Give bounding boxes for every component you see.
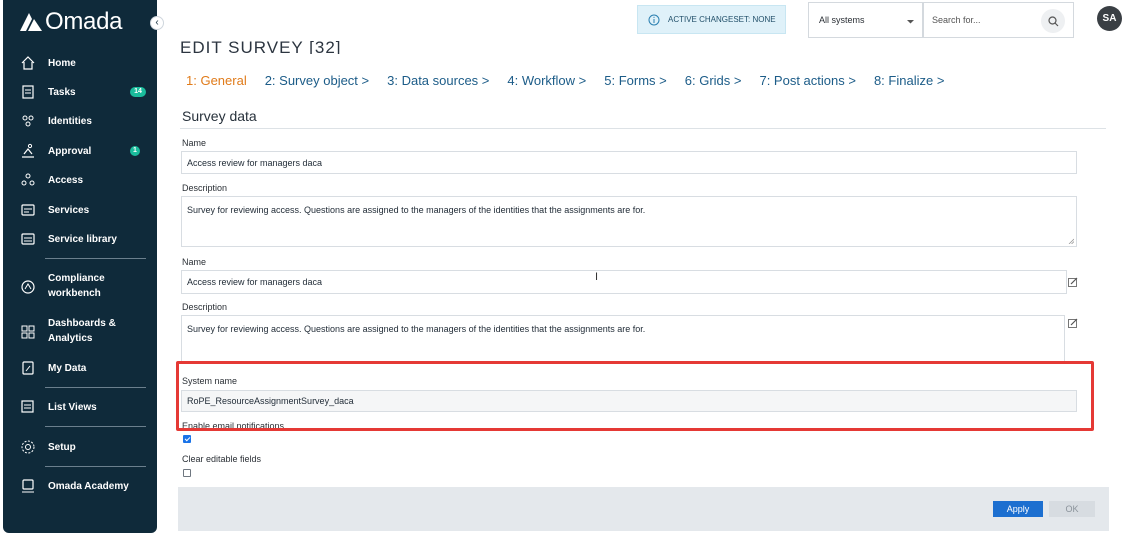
active-changeset-button[interactable]: ACTIVE CHANGESET: NONE <box>637 5 786 34</box>
sidebar-item-label: Home <box>48 57 76 69</box>
omada-logo[interactable]: Omada <box>18 8 123 36</box>
sidebar-item-label: Dashboards & <box>48 318 116 329</box>
edit-icon[interactable] <box>1068 318 1078 328</box>
step-finalize[interactable]: 8: Finalize > <box>874 73 944 88</box>
list-views-icon <box>21 400 34 413</box>
compliance-icon <box>21 280 35 294</box>
sidebar-item-tasks[interactable]: Tasks 14 <box>3 84 157 100</box>
my-data-icon <box>22 361 34 375</box>
sidebar-item-label: Analytics <box>48 333 93 344</box>
sidebar-item-access[interactable]: Access <box>3 172 157 188</box>
home-icon <box>21 56 35 70</box>
active-changeset-label: ACTIVE CHANGESET: NONE <box>668 15 776 24</box>
name-label: Name <box>182 257 207 267</box>
name-field-value: Access review for managers daca <box>187 157 323 168</box>
sidebar-item-approval[interactable]: Approval 1 <box>3 143 157 159</box>
step-grids[interactable]: 6: Grids > <box>685 73 742 88</box>
section-title: Survey data <box>182 108 257 124</box>
name-field-editable[interactable]: Access review for managers daca <box>181 270 1067 294</box>
highlight-annotation <box>176 361 1094 431</box>
gear-icon <box>21 440 35 454</box>
page-title: EDIT SURVEY [32] <box>180 38 342 54</box>
step-forms[interactable]: 5: Forms > <box>604 73 667 88</box>
sidebar-item-compliance-workbench[interactable]: Compliance workbench <box>3 271 157 301</box>
caret-down-icon <box>907 20 914 24</box>
user-avatar[interactable]: SA <box>1097 6 1122 31</box>
sidebar-item-label: Access <box>48 174 84 186</box>
sidebar-item-label: List Views <box>48 401 97 413</box>
clear-editable-label: Clear editable fields <box>182 454 262 464</box>
chevron-left-icon: ‹ <box>155 17 159 28</box>
sidebar-item-label: Service library <box>48 233 117 245</box>
tasks-icon <box>22 85 34 99</box>
omada-logo-icon <box>20 13 42 31</box>
tasks-count-badge: 14 <box>130 87 146 97</box>
service-library-icon <box>21 233 35 245</box>
app-name: Omada <box>45 8 123 35</box>
text-cursor-icon: I <box>595 271 599 283</box>
academy-icon <box>22 479 34 493</box>
sidebar-divider <box>45 466 146 467</box>
sidebar-item-service-library[interactable]: Service library <box>3 231 157 247</box>
system-select[interactable]: All systems <box>808 2 923 38</box>
sidebar-item-label: Omada Academy <box>48 480 129 492</box>
info-icon <box>648 14 660 25</box>
name-label: Name <box>182 138 207 148</box>
step-workflow[interactable]: 4: Workflow > <box>507 73 586 88</box>
services-icon <box>21 204 35 216</box>
search-icon <box>1047 15 1058 26</box>
sidebar-item-setup[interactable]: Setup <box>3 439 157 455</box>
description-field[interactable]: Survey for reviewing access. Questions a… <box>181 196 1077 247</box>
sidebar-item-identities[interactable]: Identities <box>3 113 157 129</box>
approval-count-badge: 1 <box>130 146 140 156</box>
step-data-sources[interactable]: 3: Data sources > <box>387 73 489 88</box>
approval-icon <box>22 143 34 158</box>
description-label: Description <box>182 183 228 193</box>
search-button[interactable] <box>1041 9 1065 33</box>
description-label: Description <box>182 302 228 312</box>
description-field-value: Survey for reviewing access. Questions a… <box>187 324 646 334</box>
sidebar-item-label: Setup <box>48 441 76 453</box>
name-field[interactable]: Access review for managers daca <box>181 151 1077 174</box>
sidebar-item-label: Compliance <box>48 273 105 284</box>
apply-button[interactable]: Apply <box>993 501 1043 517</box>
sidebar-item-label: Tasks <box>48 86 76 98</box>
dashboards-icon <box>21 325 35 339</box>
sidebar-item-list-views[interactable]: List Views <box>3 399 157 415</box>
enable-email-checkbox[interactable] <box>183 435 191 443</box>
identities-icon <box>22 115 34 127</box>
sidebar-item-label: Identities <box>48 115 92 127</box>
sidebar-item-label: Approval <box>48 145 92 157</box>
sidebar-divider <box>45 426 146 427</box>
sidebar-item-label: Services <box>48 204 90 216</box>
form-footer <box>178 487 1109 531</box>
sidebar-item-label: My Data <box>48 362 87 374</box>
system-select-value: All systems <box>819 15 865 25</box>
description-field-editable[interactable]: Survey for reviewing access. Questions a… <box>181 315 1065 363</box>
description-field-value: Survey for reviewing access. Questions a… <box>187 205 646 215</box>
sidebar-item-services[interactable]: Services <box>3 202 157 218</box>
step-survey-object[interactable]: 2: Survey object > <box>265 73 369 88</box>
edit-icon[interactable] <box>1068 277 1078 287</box>
step-general[interactable]: 1: General <box>186 73 247 88</box>
sidebar-divider <box>45 387 146 388</box>
sidebar: Omada ‹ Home Tasks 14 Identities Approva… <box>3 0 164 533</box>
search-box <box>923 2 1074 38</box>
sidebar-item-omada-academy[interactable]: Omada Academy <box>3 478 157 494</box>
step-post-actions[interactable]: 7: Post actions > <box>759 73 855 88</box>
sidebar-item-label: workbench <box>48 288 101 299</box>
resize-grip-icon[interactable] <box>1068 238 1074 244</box>
sidebar-item-home[interactable]: Home <box>3 55 157 71</box>
wizard-steps: 1: General 2: Survey object > 3: Data so… <box>186 73 962 88</box>
section-divider <box>180 128 1106 129</box>
search-input[interactable] <box>932 15 1042 25</box>
collapse-sidebar-button[interactable]: ‹ <box>150 16 164 30</box>
ok-button[interactable]: OK <box>1049 501 1095 517</box>
clear-editable-checkbox[interactable] <box>183 469 191 477</box>
sidebar-item-my-data[interactable]: My Data <box>3 360 157 376</box>
sidebar-item-dashboards-analytics[interactable]: Dashboards & Analytics <box>3 316 157 346</box>
name-field-value: Access review for managers daca <box>187 277 323 287</box>
access-icon <box>21 173 35 186</box>
sidebar-divider <box>45 258 146 259</box>
